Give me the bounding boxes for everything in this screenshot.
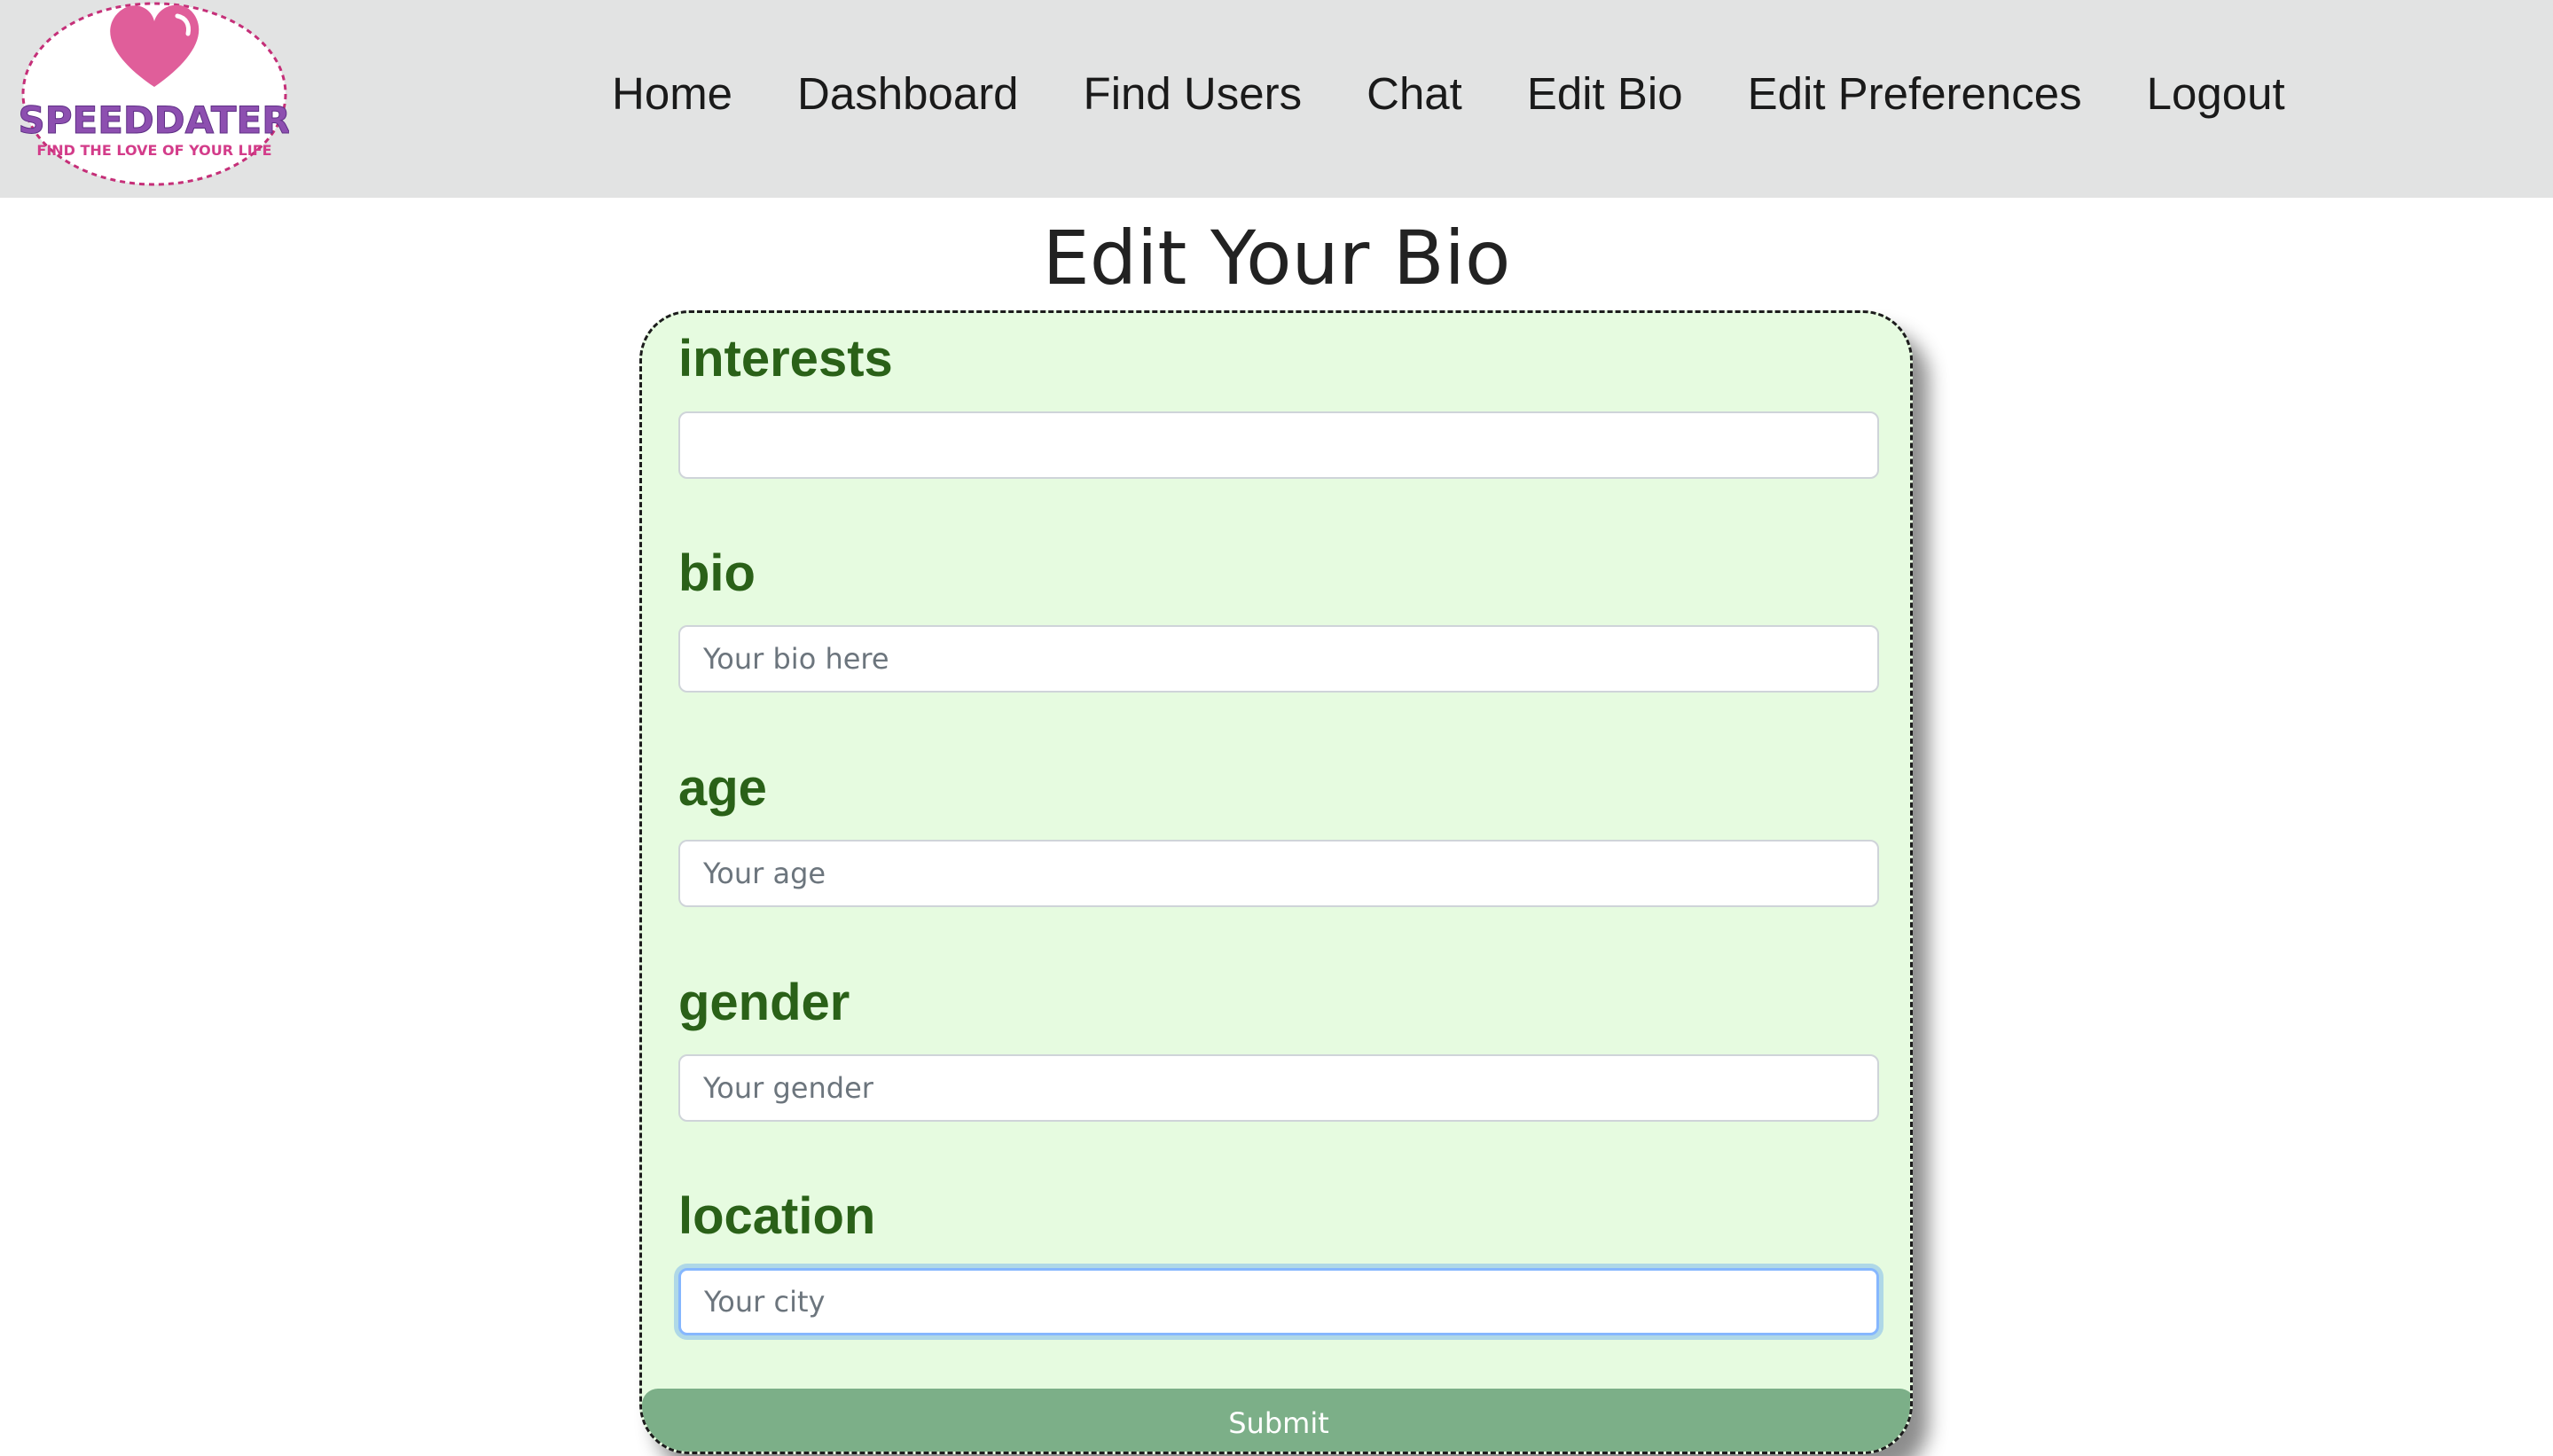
location-input[interactable] <box>678 1268 1879 1335</box>
gender-input[interactable] <box>678 1054 1879 1122</box>
nav-home[interactable]: Home <box>612 67 732 120</box>
location-label: location <box>678 1187 876 1245</box>
nav-dashboard[interactable]: Dashboard <box>797 67 1019 120</box>
svg-text:SPEEDDATER: SPEEDDATER <box>20 98 289 142</box>
interests-input[interactable] <box>678 411 1879 479</box>
nav-logout[interactable]: Logout <box>2147 67 2285 120</box>
gender-label: gender <box>678 974 850 1031</box>
nav-chat[interactable]: Chat <box>1367 67 1462 120</box>
logo-graphic: SPEEDDATER FIND THE LOVE OF YOUR LIFE <box>20 2 289 186</box>
navbar: SPEEDDATER FIND THE LOVE OF YOUR LIFE Ho… <box>0 0 2553 198</box>
edit-bio-form: interests bio age gender location Submit <box>639 310 1913 1454</box>
bio-input[interactable] <box>678 625 1879 693</box>
submit-button[interactable]: Submit <box>642 1389 1910 1452</box>
page-title: Edit Your Bio <box>1042 215 1511 301</box>
speeddater-logo[interactable]: SPEEDDATER FIND THE LOVE OF YOUR LIFE <box>20 0 289 188</box>
nav-edit-preferences[interactable]: Edit Preferences <box>1748 67 2082 120</box>
nav-find-users[interactable]: Find Users <box>1084 67 1303 120</box>
age-input[interactable] <box>678 840 1879 907</box>
interests-label: interests <box>678 330 893 387</box>
age-label: age <box>678 759 767 817</box>
nav-edit-bio[interactable]: Edit Bio <box>1527 67 1683 120</box>
nav-links: Home Dashboard Find Users Chat Edit Bio … <box>612 62 2285 124</box>
bio-label: bio <box>678 544 756 602</box>
svg-text:FIND THE LOVE OF YOUR LIFE: FIND THE LOVE OF YOUR LIFE <box>36 142 271 159</box>
